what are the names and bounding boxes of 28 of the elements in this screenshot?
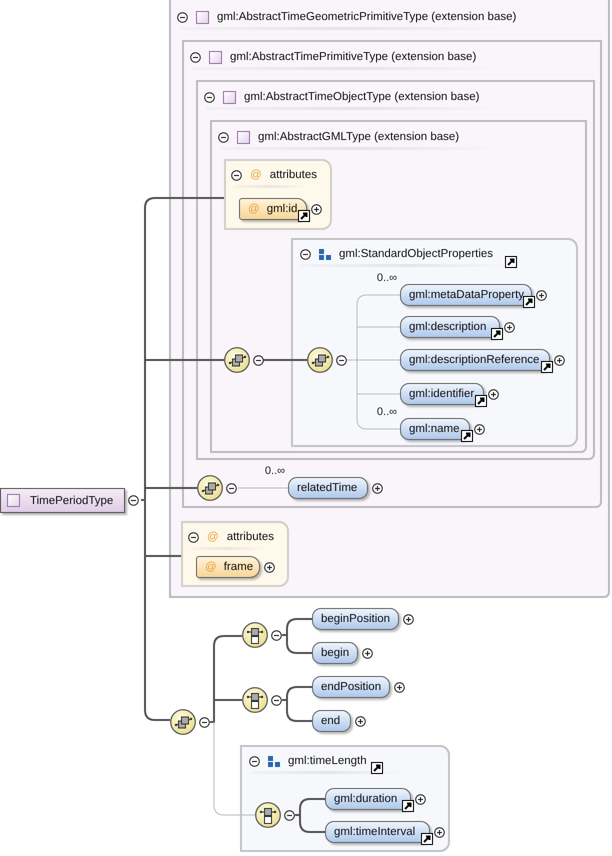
element-node[interactable]: beginPosition <box>312 608 399 630</box>
attribute-node[interactable]: @ gml:id <box>239 198 307 220</box>
element-node[interactable]: relatedTime <box>288 477 368 499</box>
element-node[interactable]: begin <box>312 642 358 664</box>
container-title: gml:AbstractTimeGeometricPrimitiveType (extension base) <box>217 10 516 25</box>
element-node[interactable]: gml:timeInterval <box>325 821 430 843</box>
attribute-node[interactable]: @ frame <box>196 556 260 578</box>
group-title: gml:StandardObjectProperties <box>339 247 494 262</box>
element-node[interactable]: endPosition <box>312 676 390 698</box>
cardinality-label: 0..∞ <box>264 465 285 477</box>
container-title: gml:AbstractGMLType (extension base) <box>258 130 460 145</box>
element-node[interactable]: gml:name <box>400 418 470 440</box>
group-title: gml:timeLength <box>288 754 367 769</box>
container-title: gml:AbstractTimeObjectType (extension base) <box>244 90 480 105</box>
panel-title: attributes <box>270 168 317 183</box>
root-type-node[interactable]: TimePeriodType <box>0 488 125 513</box>
element-node[interactable]: end <box>312 710 351 732</box>
element-node[interactable]: gml:description <box>400 316 500 338</box>
element-node[interactable]: gml:metaDataProperty <box>400 284 532 306</box>
cardinality-label: 0..∞ <box>376 406 397 418</box>
element-node[interactable]: gml:descriptionReference <box>400 349 550 371</box>
cardinality-label: 0..∞ <box>376 272 397 284</box>
at-sign: @ <box>250 168 262 183</box>
panel-title: attributes <box>226 530 274 545</box>
container-title: gml:AbstractTimePrimitiveType (extension base) <box>230 50 476 65</box>
element-node[interactable]: gml:identifier <box>400 383 484 405</box>
element-node[interactable]: gml:duration <box>325 788 411 810</box>
at-sign: @ <box>207 530 219 545</box>
